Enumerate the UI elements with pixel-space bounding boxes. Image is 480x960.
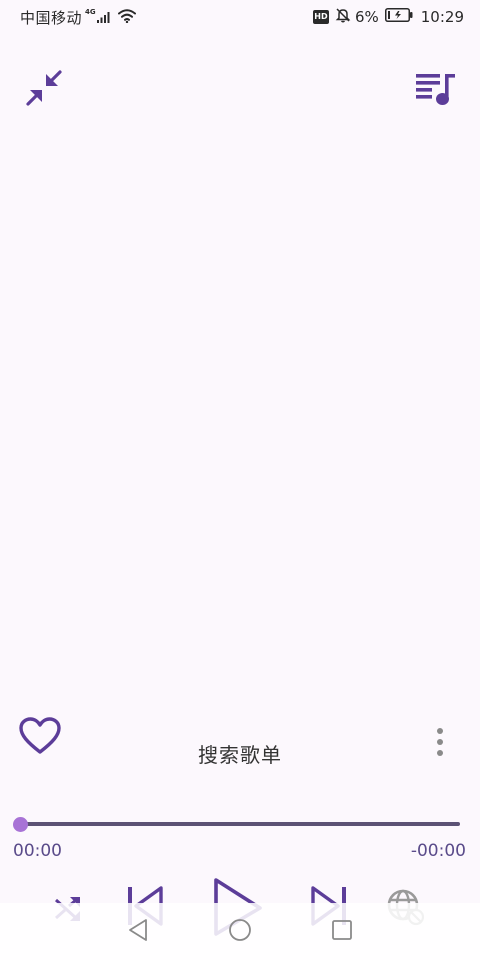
elapsed-time: 00:00 (13, 841, 62, 861)
nav-back-button[interactable] (125, 919, 151, 945)
nav-home-button[interactable] (227, 919, 253, 945)
navigation-bar (0, 903, 480, 960)
home-circle-icon (228, 918, 252, 946)
song-title: 搜索歌单 (198, 743, 282, 767)
music-player-screen: 中国移动 4G HD 6% 10:29 搜索歌单 00:00 -00:00 (0, 0, 480, 960)
wifi-icon (117, 8, 136, 27)
progress-track[interactable] (20, 822, 460, 826)
signal-icon (96, 9, 111, 27)
favorite-button[interactable] (16, 714, 64, 762)
hd-badge: HD (312, 10, 329, 24)
recents-square-icon (331, 919, 353, 945)
collapse-button[interactable] (20, 66, 68, 114)
network-type: 4G (85, 7, 96, 16)
clock: 10:29 (420, 8, 464, 26)
heart-outline-icon (19, 717, 61, 759)
more-options-button[interactable] (426, 726, 454, 762)
carrier-name: 中国移动 (20, 9, 83, 27)
bell-off-icon (335, 7, 351, 27)
nav-recents-button[interactable] (329, 919, 355, 945)
collapse-arrows-icon (24, 68, 64, 112)
progress-thumb[interactable] (13, 817, 28, 832)
status-bar-right: HD 6% 10:29 (312, 7, 464, 27)
status-bar-left: 中国移动 4G (20, 7, 136, 28)
remaining-time: -00:00 (410, 841, 466, 861)
back-triangle-icon (127, 918, 149, 946)
status-bar: 中国移动 4G HD 6% 10:29 (0, 0, 480, 34)
battery-charging-icon (384, 8, 413, 26)
more-vertical-icon (436, 727, 444, 761)
playlist-music-icon (414, 68, 458, 112)
battery-percent: 6% (354, 8, 379, 26)
queue-button[interactable] (412, 66, 460, 114)
